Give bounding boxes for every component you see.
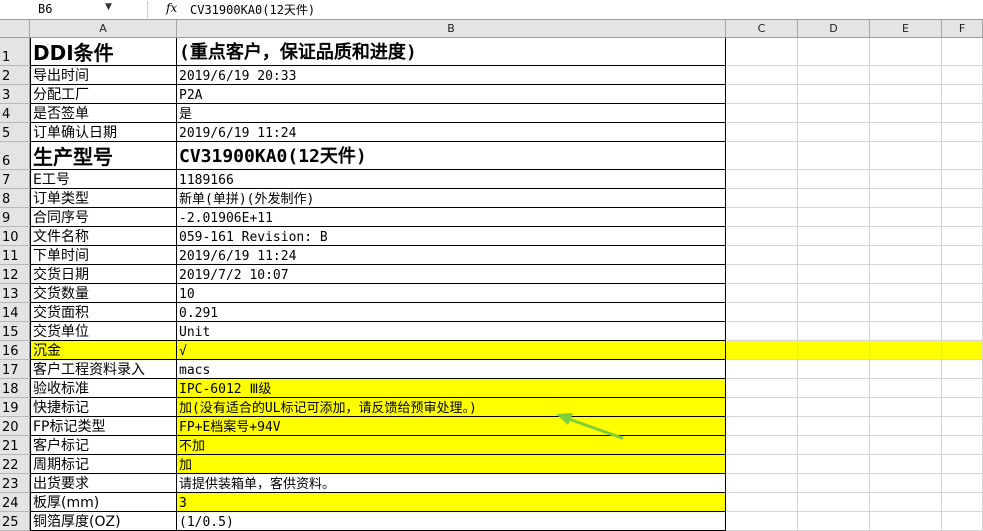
- green-arrow-annotation: [556, 413, 624, 440]
